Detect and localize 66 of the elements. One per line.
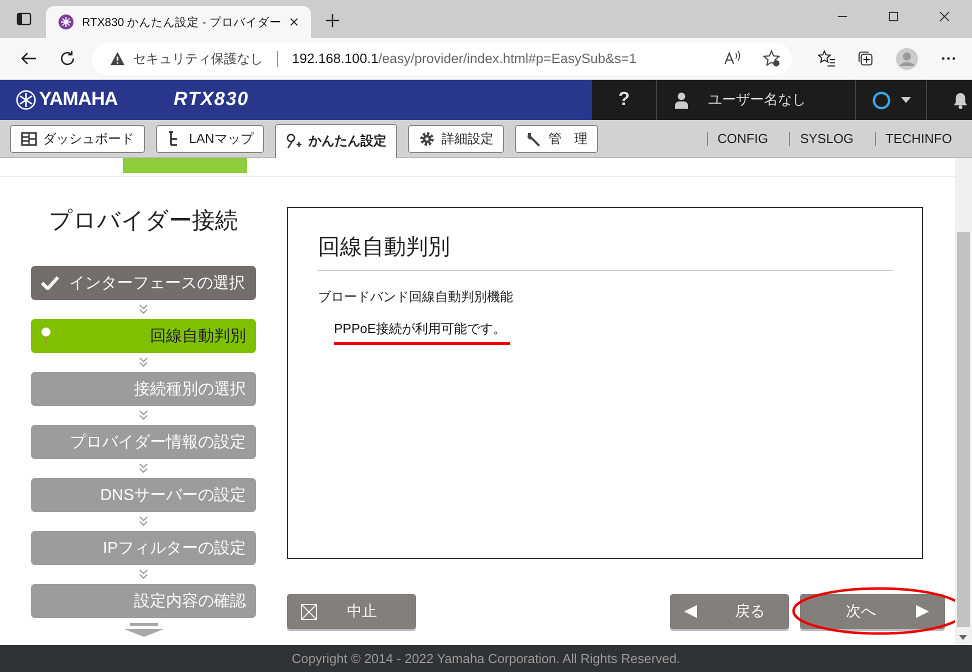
favorites-icon[interactable] bbox=[818, 50, 835, 67]
scroll-down-arrow-icon[interactable] bbox=[959, 635, 967, 640]
user-name: ユーザー名なし bbox=[708, 91, 806, 109]
security-label: セキュリティ保護なし bbox=[133, 50, 263, 68]
copyright-text: Copyright © 2014 - 2022 Yamaha Corporation. All Rights Reserved. bbox=[0, 645, 972, 672]
next-button[interactable]: 次へ bbox=[800, 594, 945, 629]
url-text: 192.168.100.1/easy/provider/index.html#p=EasySub&s=1 bbox=[292, 51, 636, 66]
bell-icon[interactable] bbox=[953, 92, 968, 108]
gear-icon bbox=[419, 130, 436, 146]
caret-icon[interactable] bbox=[900, 97, 910, 103]
profile-avatar-icon[interactable] bbox=[896, 48, 918, 70]
browser-tab[interactable]: RTX830 かんたん設定 - プロバイダー bbox=[46, 6, 312, 38]
step-item: IPフィルターの設定 bbox=[31, 531, 256, 565]
cross-box-icon bbox=[301, 604, 317, 620]
sidebar-title: プロバイダー接続 bbox=[49, 206, 238, 235]
grid-icon bbox=[21, 130, 37, 146]
site-favicon-icon bbox=[58, 14, 74, 30]
chevron-down-icon bbox=[138, 410, 149, 421]
tab-title: RTX830 かんたん設定 - プロバイダー bbox=[82, 15, 282, 30]
down-arrow-icon bbox=[124, 623, 164, 637]
nav-link[interactable]: CONFIG bbox=[706, 132, 778, 146]
close-icon[interactable] bbox=[939, 11, 950, 22]
step-item: プロバイダー情報の設定 bbox=[31, 425, 256, 459]
panel-title: 回線自動判別 bbox=[318, 232, 893, 271]
scrollbar[interactable] bbox=[955, 158, 972, 645]
chevron-down-icon bbox=[138, 304, 149, 315]
golf-ball-tee-icon bbox=[41, 327, 51, 345]
triangle-left-icon bbox=[684, 605, 697, 618]
nav-tab[interactable]: 管 理 bbox=[515, 124, 598, 152]
triangle-right-icon bbox=[916, 605, 929, 618]
address-bar[interactable]: セキュリティ保護なし 192.168.100.1/easy/provider/index.html#p=EasySub&s=1 bbox=[92, 42, 792, 74]
step-item: 回線自動判別 bbox=[31, 319, 256, 353]
add-favorite-icon[interactable] bbox=[763, 50, 780, 67]
nav-tab[interactable]: かんたん設定 bbox=[275, 124, 398, 158]
cancel-button[interactable]: 中止 bbox=[287, 594, 416, 629]
step-item: 接続種別の選択 bbox=[31, 372, 256, 406]
step-item: インターフェースの選択 bbox=[31, 266, 256, 300]
back-arrow-icon[interactable] bbox=[20, 50, 37, 67]
collections-icon[interactable] bbox=[857, 50, 874, 67]
product-name: RTX830 bbox=[174, 89, 249, 111]
nav-tab[interactable]: LANマップ bbox=[156, 124, 264, 152]
chevron-down-icon bbox=[138, 357, 149, 368]
tab-list-icon[interactable] bbox=[16, 11, 32, 27]
back-button[interactable]: 戻る bbox=[670, 594, 789, 629]
maximize-icon[interactable] bbox=[888, 11, 899, 22]
nav-tab[interactable]: 詳細設定 bbox=[408, 124, 504, 152]
result-text: PPPoE接続が利用可能です。 bbox=[334, 320, 510, 345]
step-item: DNSサーバーの設定 bbox=[31, 478, 256, 512]
warning-icon[interactable] bbox=[110, 51, 125, 66]
nav-link[interactable]: TECHINFO bbox=[874, 132, 962, 146]
field-label: ブロードバンド回線自動判別機能 bbox=[318, 288, 514, 306]
chevron-down-icon bbox=[138, 569, 149, 580]
close-icon[interactable] bbox=[289, 17, 300, 27]
nav-tab[interactable]: ダッシュボード bbox=[10, 124, 145, 152]
nav-link[interactable]: SYSLOG bbox=[789, 132, 864, 146]
status-ring-icon bbox=[872, 90, 890, 110]
wrench-icon bbox=[526, 130, 542, 146]
step-item: 設定内容の確認 bbox=[31, 584, 256, 618]
brand-logo: YAMAHA bbox=[39, 89, 118, 111]
chevron-down-icon bbox=[138, 463, 149, 474]
check-icon bbox=[41, 276, 59, 290]
read-aloud-icon[interactable] bbox=[724, 50, 741, 67]
chevron-down-icon bbox=[138, 516, 149, 527]
user-icon bbox=[675, 92, 688, 108]
reload-icon[interactable] bbox=[59, 50, 76, 67]
new-tab-icon[interactable] bbox=[325, 13, 340, 28]
